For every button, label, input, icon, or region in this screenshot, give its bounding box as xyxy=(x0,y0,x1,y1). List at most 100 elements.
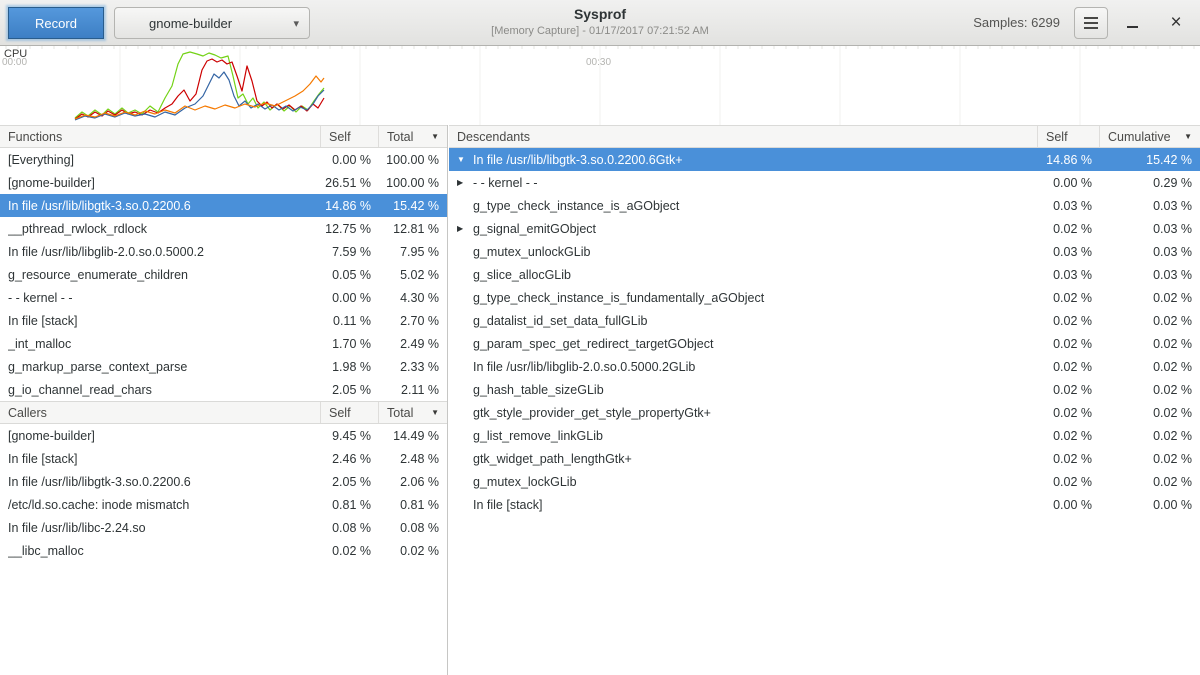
table-row[interactable]: In file /usr/lib/libgtk-3.so.0.2200.6 14… xyxy=(0,194,447,217)
table-row[interactable]: __pthread_rwlock_rdlock 12.75 % 12.81 % xyxy=(0,217,447,240)
function-name: [gnome-builder] xyxy=(8,176,95,190)
table-row[interactable]: g_datalist_id_set_data_full GLib 0.02 % … xyxy=(449,309,1200,332)
table-row[interactable]: In file [stack] 0.11 % 2.70 % xyxy=(0,309,447,332)
function-name: g_hash_table_size xyxy=(473,383,577,397)
table-row[interactable]: _int_malloc 1.70 % 2.49 % xyxy=(0,332,447,355)
cumulative-percent: 0.02 % xyxy=(1100,360,1200,374)
column-header-callers[interactable]: Callers xyxy=(0,402,321,423)
table-row[interactable]: ▶ - - kernel - - 0.00 % 0.29 % xyxy=(449,171,1200,194)
table-row[interactable]: /etc/ld.so.cache: inode mismatch 0.81 % … xyxy=(0,493,447,516)
time-axis-label: 00:30 xyxy=(586,57,611,68)
minimize-button[interactable] xyxy=(1116,8,1148,38)
column-header-self[interactable]: Self xyxy=(321,402,379,423)
library-badge: GLib xyxy=(669,360,695,374)
time-axis-label: 00:00 xyxy=(2,57,27,68)
close-icon: × xyxy=(1170,12,1181,34)
table-row[interactable]: In file /usr/lib/libc-2.24.so 0.08 % 0.0… xyxy=(0,516,447,539)
table-row[interactable]: [gnome-builder] 26.51 % 100.00 % xyxy=(0,171,447,194)
total-percent: 2.06 % xyxy=(379,475,447,489)
self-percent: 0.00 % xyxy=(321,153,379,167)
record-button[interactable]: Record xyxy=(8,7,104,39)
close-button[interactable]: × xyxy=(1160,8,1192,38)
expander-icon[interactable]: ▼ xyxy=(457,155,473,164)
self-percent: 2.46 % xyxy=(321,452,379,466)
column-header-cumulative[interactable]: Cumulative ▼ xyxy=(1100,126,1200,147)
sort-indicator-icon: ▼ xyxy=(1184,132,1192,141)
functions-panel: Functions Self Total ▼ [Everything] 0.00… xyxy=(0,125,448,675)
table-row[interactable]: [gnome-builder] 9.45 % 14.49 % xyxy=(0,424,447,447)
cpu-graph[interactable]: CPU 00:0000:30 xyxy=(0,46,1200,125)
table-row[interactable]: g_slice_alloc GLib 0.03 % 0.03 % xyxy=(449,263,1200,286)
function-name: - - kernel - - xyxy=(8,291,73,305)
minimize-icon xyxy=(1127,18,1138,28)
table-row[interactable]: In file /usr/lib/libglib-2.0.so.0.5000.2… xyxy=(449,355,1200,378)
column-header-total[interactable]: Total ▼ xyxy=(379,126,447,147)
function-name: /etc/ld.so.cache: inode mismatch xyxy=(8,498,189,512)
column-header-descendants[interactable]: Descendants xyxy=(449,126,1038,147)
library-badge: GObject xyxy=(668,337,714,351)
table-row[interactable]: g_markup_parse_context_parse 1.98 % 2.33… xyxy=(0,355,447,378)
self-percent: 0.02 % xyxy=(1038,337,1100,351)
table-row[interactable]: g_resource_enumerate_children 0.05 % 5.0… xyxy=(0,263,447,286)
table-row[interactable]: __libc_malloc 0.02 % 0.02 % xyxy=(0,539,447,562)
column-header-self[interactable]: Self xyxy=(321,126,379,147)
cumulative-percent: 0.29 % xyxy=(1100,176,1200,190)
self-percent: 0.00 % xyxy=(1038,176,1100,190)
self-percent: 26.51 % xyxy=(321,176,379,190)
library-badge: Gtk+ xyxy=(605,452,632,466)
function-name: g_mutex_lock xyxy=(473,475,550,489)
table-row[interactable]: In file [stack] 2.46 % 2.48 % xyxy=(0,447,447,470)
self-percent: 0.02 % xyxy=(1038,291,1100,305)
table-row[interactable]: gtk_widget_path_length Gtk+ 0.02 % 0.02 … xyxy=(449,447,1200,470)
column-header-self[interactable]: Self xyxy=(1038,126,1100,147)
column-header-functions[interactable]: Functions xyxy=(0,126,321,147)
function-name: g_param_spec_get_redirect_target xyxy=(473,337,668,351)
expander-icon[interactable]: ▶ xyxy=(457,178,473,187)
profile-target-dropdown[interactable]: gnome-builder ▾ xyxy=(114,7,310,39)
self-percent: 0.81 % xyxy=(321,498,379,512)
column-header-total[interactable]: Total ▼ xyxy=(379,402,447,423)
self-percent: 0.02 % xyxy=(1038,452,1100,466)
self-percent: 0.03 % xyxy=(1038,268,1100,282)
table-row[interactable]: In file [stack] 0.00 % 0.00 % xyxy=(449,493,1200,516)
table-row[interactable]: g_list_remove_link GLib 0.02 % 0.02 % xyxy=(449,424,1200,447)
table-row[interactable]: g_param_spec_get_redirect_target GObject… xyxy=(449,332,1200,355)
table-row[interactable]: g_mutex_unlock GLib 0.03 % 0.03 % xyxy=(449,240,1200,263)
table-row[interactable]: In file /usr/lib/libgtk-3.so.0.2200.6 2.… xyxy=(0,470,447,493)
table-row[interactable]: [Everything] 0.00 % 100.00 % xyxy=(0,148,447,171)
self-percent: 0.03 % xyxy=(1038,245,1100,259)
self-percent: 1.70 % xyxy=(321,337,379,351)
total-percent: 4.30 % xyxy=(379,291,447,305)
function-name: _int_malloc xyxy=(8,337,71,351)
table-row[interactable]: ▼ In file /usr/lib/libgtk-3.so.0.2200.6 … xyxy=(449,148,1200,171)
function-name: g_markup_parse_context_parse xyxy=(8,360,187,374)
table-row[interactable]: gtk_style_provider_get_style_property Gt… xyxy=(449,401,1200,424)
table-row[interactable]: g_type_check_instance_is_a GObject 0.03 … xyxy=(449,194,1200,217)
self-percent: 0.00 % xyxy=(1038,498,1100,512)
callers-table-body: [gnome-builder] 9.45 % 14.49 % In file [… xyxy=(0,424,447,562)
function-name: [Everything] xyxy=(8,153,74,167)
total-percent: 0.02 % xyxy=(379,544,447,558)
table-row[interactable]: g_mutex_lock GLib 0.02 % 0.02 % xyxy=(449,470,1200,493)
table-row[interactable]: g_hash_table_size GLib 0.02 % 0.02 % xyxy=(449,378,1200,401)
function-name: g_mutex_unlock xyxy=(473,245,564,259)
table-row[interactable]: - - kernel - - 0.00 % 4.30 % xyxy=(0,286,447,309)
table-row[interactable]: ▶ g_signal_emit GObject 0.02 % 0.03 % xyxy=(449,217,1200,240)
table-row[interactable]: In file /usr/lib/libglib-2.0.so.0.5000.2… xyxy=(0,240,447,263)
function-name: g_signal_emit xyxy=(473,222,550,236)
functions-table-body: [Everything] 0.00 % 100.00 % [gnome-buil… xyxy=(0,148,447,401)
cumulative-percent: 0.03 % xyxy=(1100,222,1200,236)
chevron-down-icon: ▾ xyxy=(293,17,299,30)
library-badge: GObject xyxy=(634,199,680,213)
cumulative-percent: 0.03 % xyxy=(1100,245,1200,259)
library-badge: GLib xyxy=(550,475,576,489)
table-row[interactable]: g_type_check_instance_is_fundamentally_a… xyxy=(449,286,1200,309)
function-name: In file /usr/lib/libgtk-3.so.0.2200.6 xyxy=(8,475,191,489)
cumulative-percent: 0.03 % xyxy=(1100,268,1200,282)
library-badge: GLib xyxy=(621,314,647,328)
menu-button[interactable] xyxy=(1074,7,1108,39)
expander-icon[interactable]: ▶ xyxy=(457,224,473,233)
table-row[interactable]: g_io_channel_read_chars 2.05 % 2.11 % xyxy=(0,378,447,401)
self-percent: 0.02 % xyxy=(1038,360,1100,374)
total-percent: 5.02 % xyxy=(379,268,447,282)
